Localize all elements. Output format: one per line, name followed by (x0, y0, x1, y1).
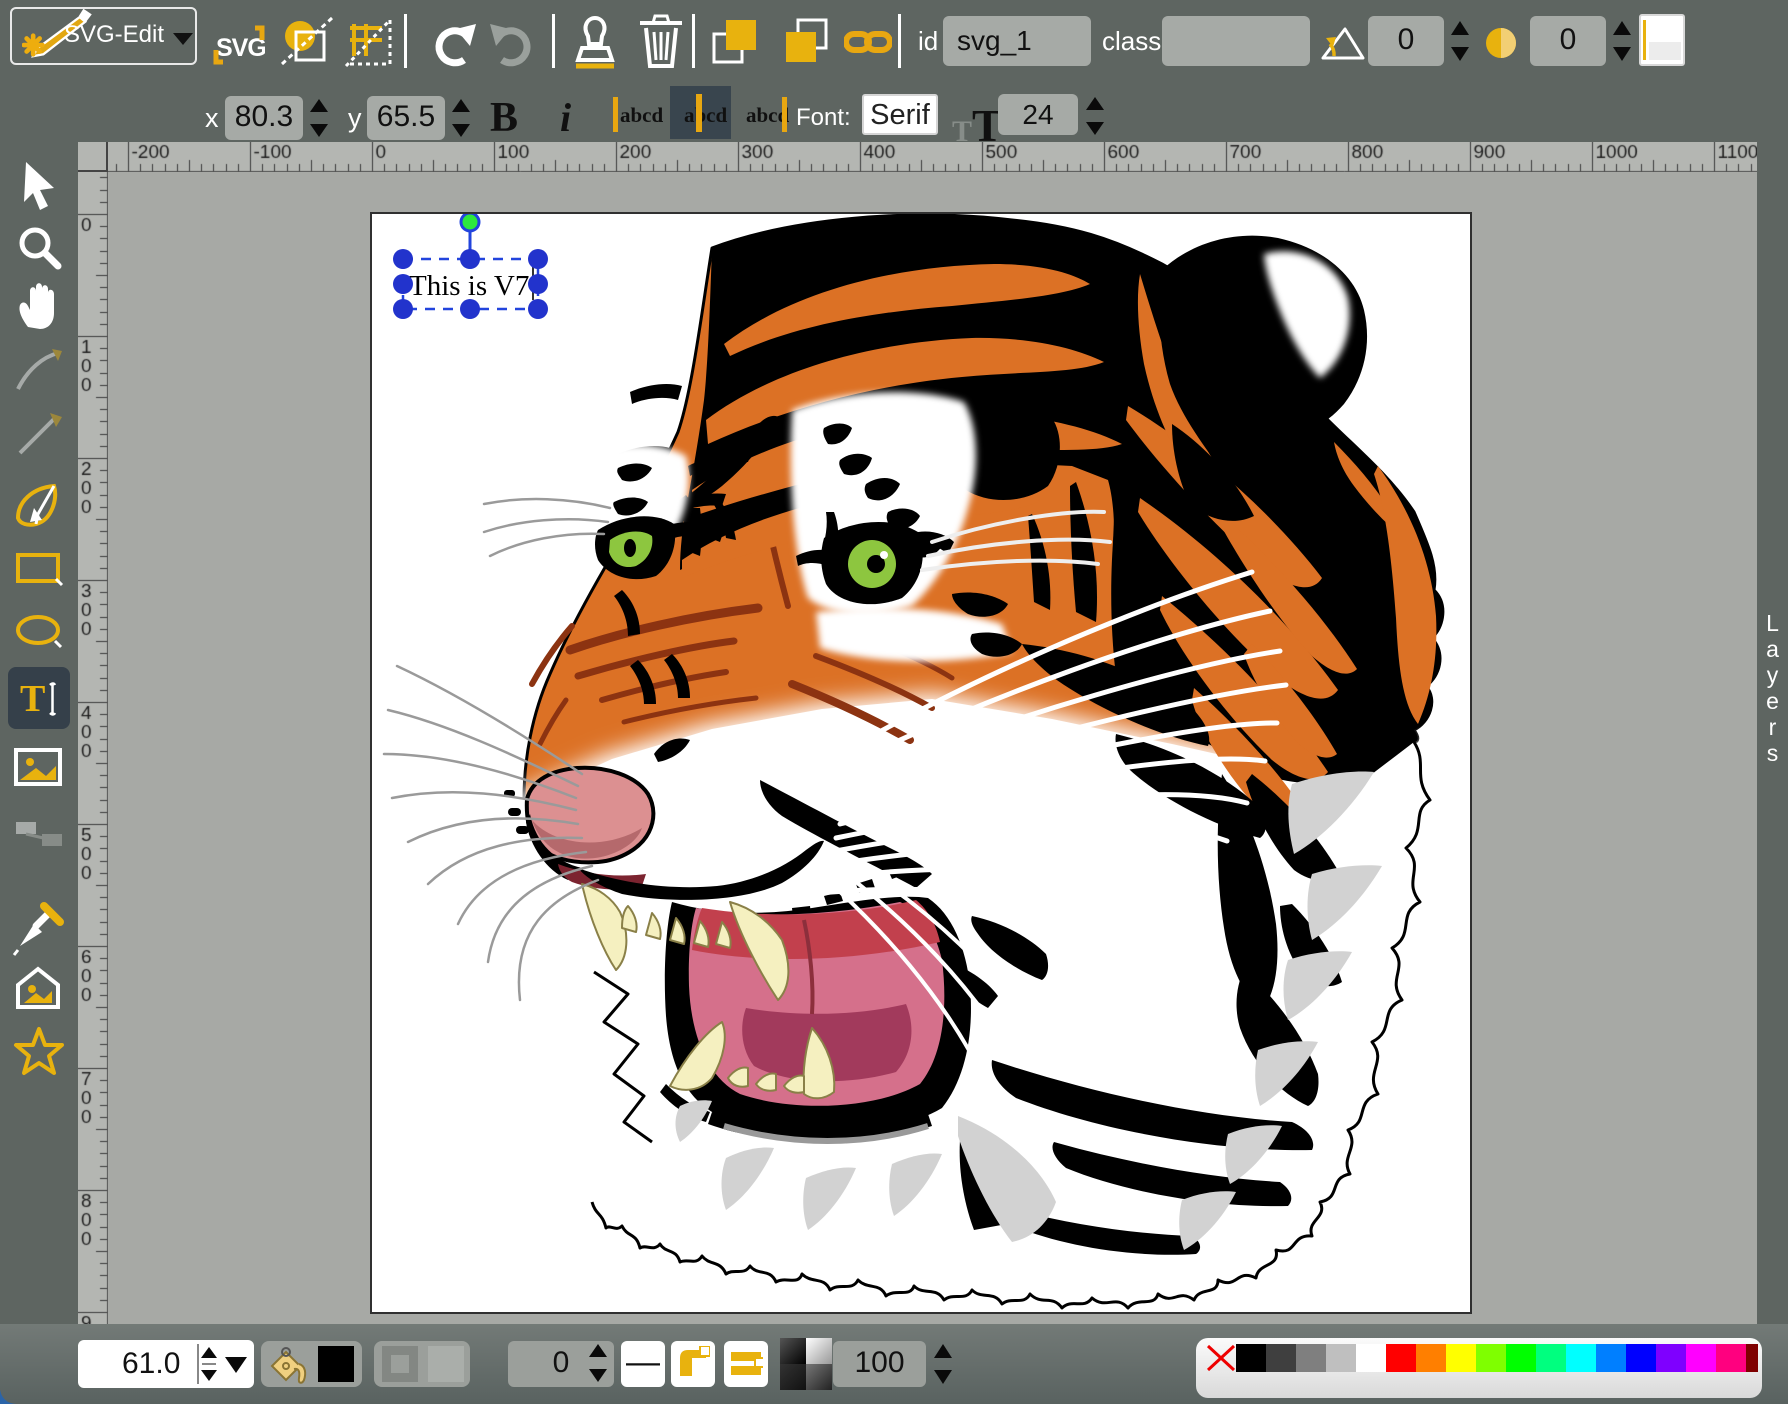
svg-text:T: T (20, 678, 45, 720)
svg-text:SVG: SVG (216, 34, 265, 62)
svg-text:This is V7: This is V7 (409, 270, 529, 302)
